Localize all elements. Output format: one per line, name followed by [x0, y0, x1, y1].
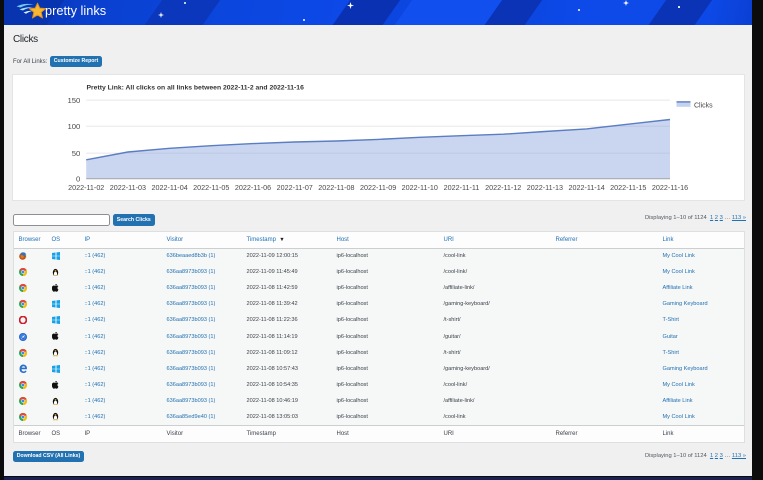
svg-text:150: 150 — [67, 95, 80, 104]
svg-text:2022-11-12: 2022-11-12 — [485, 183, 521, 192]
svg-text:2022-11-03: 2022-11-03 — [109, 183, 145, 192]
svg-text:2022-11-07: 2022-11-07 — [276, 183, 312, 192]
svg-text:2022-11-14: 2022-11-14 — [568, 183, 604, 192]
svg-text:2022-11-08: 2022-11-08 — [318, 183, 354, 192]
svg-text:Clicks: Clicks — [694, 102, 713, 109]
svg-text:2022-11-10: 2022-11-10 — [401, 183, 437, 192]
svg-text:2022-11-06: 2022-11-06 — [234, 183, 270, 192]
svg-text:2022-11-05: 2022-11-05 — [193, 183, 229, 192]
svg-text:2022-11-13: 2022-11-13 — [526, 183, 562, 192]
svg-text:2022-11-15: 2022-11-15 — [610, 183, 646, 192]
svg-text:50: 50 — [71, 148, 80, 157]
svg-text:2022-11-04: 2022-11-04 — [151, 183, 187, 192]
svg-text:2022-11-11: 2022-11-11 — [443, 183, 479, 192]
svg-text:2022-11-09: 2022-11-09 — [359, 183, 395, 192]
svg-text:2022-11-02: 2022-11-02 — [68, 183, 104, 192]
svg-text:Pretty Link: All clicks on all: Pretty Link: All clicks on all links bet… — [86, 84, 304, 91]
svg-text:100: 100 — [67, 122, 80, 131]
svg-text:2022-11-16: 2022-11-16 — [651, 183, 687, 192]
